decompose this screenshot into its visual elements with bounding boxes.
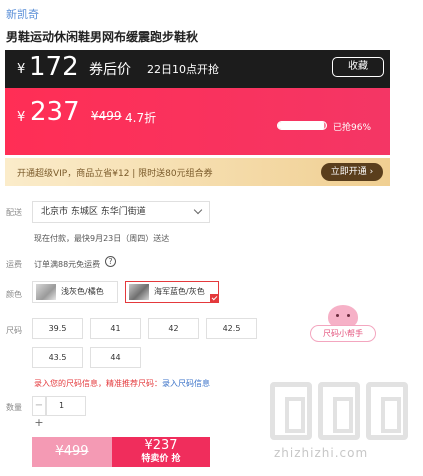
size-option[interactable]: 44 (90, 347, 141, 368)
size-option[interactable]: 42 (148, 318, 199, 339)
color-option-light-gray[interactable]: 浅灰色/橘色 (32, 281, 118, 303)
buy-original-price-button[interactable]: ¥499 (32, 437, 112, 467)
size-option[interactable]: 39.5 (32, 318, 83, 339)
selected-check-icon (210, 294, 219, 303)
coupon-price: 172 (29, 52, 79, 82)
size-option[interactable]: 43.5 (32, 347, 83, 368)
vip-promo-text: 开通超级VIP，商品立省¥12 | 限时送80元组合券 (17, 169, 213, 179)
color-option-label: 浅灰色/橘色 (61, 287, 104, 296)
deal-label: 特卖价 抢 (141, 454, 181, 464)
address-value: 北京市 东城区 东华门街道 (41, 207, 146, 217)
watermark-glyph (366, 382, 408, 440)
color-option-label: 海军蓝色/灰色 (154, 287, 205, 296)
address-select[interactable]: 北京市 东城区 东华门街道 (32, 201, 210, 223)
original-price-label: ¥499 (55, 444, 89, 459)
coupon-price-label: 券后价 (89, 62, 131, 78)
mascot-eye (347, 314, 350, 317)
sold-progress-fill (278, 122, 325, 129)
currency-symbol: ¥ (17, 62, 26, 77)
discount-rate: 4.7折 (125, 111, 157, 125)
quantity-label: 数量 (6, 403, 22, 412)
size-option[interactable]: 41 (90, 318, 141, 339)
size-note-text: 录入您的尺码信息，精准推荐尺码： (34, 379, 162, 388)
sold-percent-label: 已抢96% (333, 123, 372, 133)
original-price: ¥499 (91, 109, 122, 123)
currency-symbol: ¥ (17, 110, 26, 125)
watermark-glyph (270, 382, 312, 440)
delivery-label: 配送 (6, 208, 22, 217)
brand-name[interactable]: 新凯奇 (6, 6, 39, 22)
watermark-glyph (318, 382, 360, 440)
vip-open-button[interactable]: 立即开通 › (321, 163, 383, 181)
watermark-text: zhizhizhi.com (274, 446, 369, 460)
freight-text: 订单满88元免运费 (34, 260, 101, 269)
shoe-thumbnail (129, 284, 149, 300)
sold-progress-bar (277, 121, 327, 130)
site-watermark: zhizhizhi.com (268, 382, 418, 462)
freight-label: 运费 (6, 260, 22, 269)
size-label: 尺码 (6, 326, 22, 335)
quantity-increase-button[interactable]: + (32, 416, 46, 430)
vip-promo-bar: 开通超级VIP，商品立省¥12 | 限时送80元组合券 立即开通 › (5, 158, 390, 186)
buy-deal-button[interactable]: ¥237 特卖价 抢 (112, 437, 210, 467)
promo-price: 237 (30, 97, 80, 127)
deal-price: ¥237 (144, 438, 178, 453)
size-helper-label: 尺码小帮手 (310, 325, 376, 342)
shoe-thumbnail (36, 284, 56, 300)
quantity-decrease-button[interactable]: − (32, 396, 46, 416)
size-info-link[interactable]: 录入尺码信息 (162, 379, 210, 388)
help-icon[interactable]: ? (105, 256, 116, 267)
coupon-price-band: ¥ 172 券后价 22日10点开抢 收藏 (5, 50, 390, 88)
product-title: 男鞋运动休闲鞋男网布缓震跑步鞋秋 (6, 30, 199, 44)
size-info-note: 录入您的尺码信息，精准推荐尺码：录入尺码信息 (34, 378, 210, 389)
size-helper-button[interactable]: 尺码小帮手 (310, 305, 388, 345)
shipping-estimate: 现在付款，最快9月23日（周四）送达 (34, 234, 170, 243)
size-option[interactable]: 42.5 (206, 318, 257, 339)
promo-price-band: ¥ 237 ¥499 4.7折 已抢96% (5, 88, 390, 155)
sale-start-time: 22日10点开抢 (147, 63, 219, 76)
quantity-input[interactable]: 1 (46, 396, 86, 416)
collect-button[interactable]: 收藏 (332, 57, 384, 77)
price-banner: ¥ 172 券后价 22日10点开抢 收藏 ¥ 237 ¥499 4.7折 已抢… (5, 50, 390, 155)
chevron-down-icon (193, 205, 203, 215)
color-option-navy[interactable]: 海军蓝色/灰色 (125, 281, 219, 303)
color-label: 颜色 (6, 290, 22, 299)
mascot-eye (336, 314, 339, 317)
